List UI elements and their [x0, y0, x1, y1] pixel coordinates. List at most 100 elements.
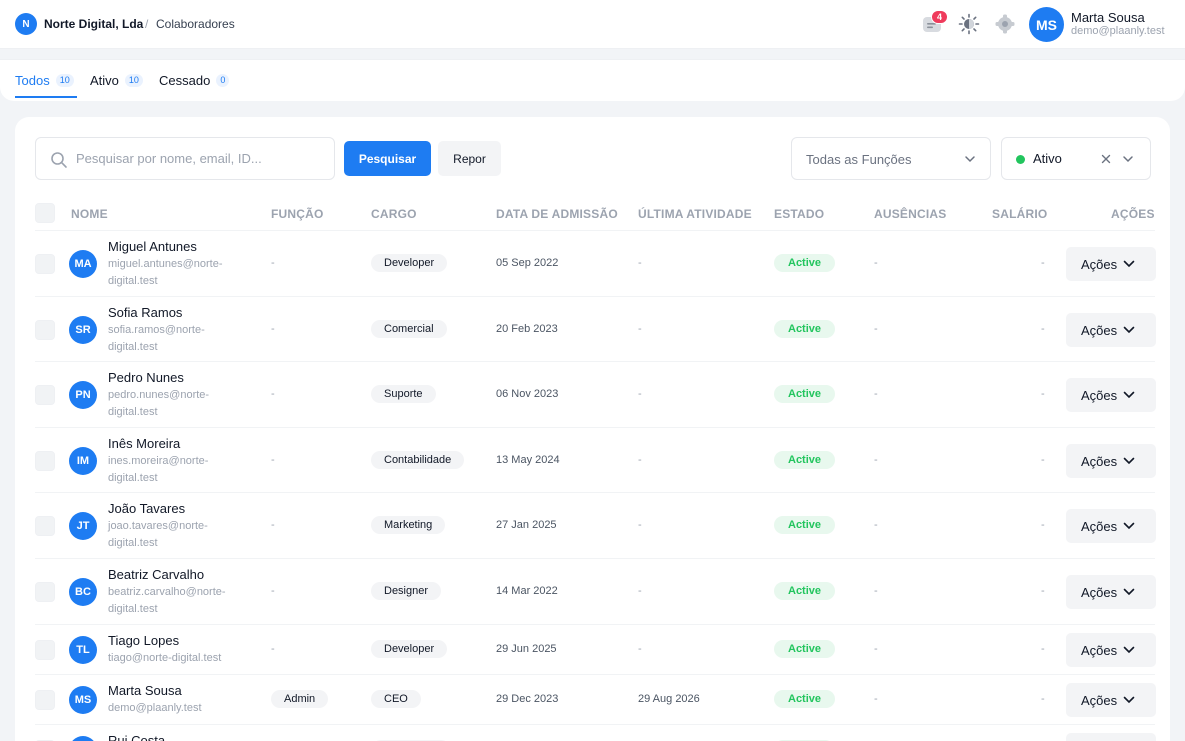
- actions-label: Ações: [1081, 692, 1118, 708]
- table-row[interactable]: PN Pedro Nunes pedro.nunes@norte-digital.t…: [35, 361, 1156, 427]
- funcao-value: -: [271, 643, 275, 655]
- employee-name[interactable]: Inês Moreira: [108, 436, 180, 451]
- admission-date: 05 Sep 2022: [496, 257, 559, 269]
- tab-cessado[interactable]: Cessado 0: [159, 73, 230, 88]
- actions-dropdown-button[interactable]: Ações: [1066, 633, 1156, 667]
- search-box: [35, 137, 335, 180]
- table-row[interactable]: IM Inês Moreira ines.moreira@norte-digital…: [35, 427, 1156, 492]
- employee-name[interactable]: Sofia Ramos: [108, 305, 182, 320]
- admission-date: 20 Feb 2023: [496, 323, 558, 335]
- chevron-down-icon: [1123, 391, 1135, 399]
- function-filter-select[interactable]: Todas as Funções: [791, 137, 991, 180]
- table-row[interactable]: SR Sofia Ramos sofia.ramos@norte-digital.t…: [35, 296, 1156, 361]
- employee-email: demo@plaanly.test: [108, 702, 202, 714]
- tab-count: 10: [124, 74, 143, 87]
- reset-button[interactable]: Repor: [438, 141, 501, 176]
- funcao-value: -: [271, 388, 275, 400]
- clear-icon[interactable]: [1099, 152, 1113, 166]
- tab-todos[interactable]: Todos 10: [15, 73, 74, 88]
- tab-count: 0: [216, 74, 230, 87]
- absences-value: -: [874, 257, 878, 269]
- row-checkbox[interactable]: [35, 451, 55, 471]
- actions-dropdown-button[interactable]: Ações: [1066, 444, 1156, 478]
- actions-label: Ações: [1081, 387, 1118, 403]
- col-nome[interactable]: NOME: [71, 207, 108, 221]
- row-checkbox[interactable]: [35, 385, 55, 405]
- row-checkbox[interactable]: [35, 582, 55, 602]
- row-checkbox[interactable]: [35, 640, 55, 660]
- salary-value: -: [1041, 388, 1045, 400]
- search-input[interactable]: [76, 138, 326, 179]
- employee-name[interactable]: Rui Costa: [108, 733, 165, 741]
- avatar: IM: [69, 447, 97, 475]
- select-all-checkbox[interactable]: [35, 203, 55, 223]
- admission-date: 14 Mar 2022: [496, 585, 558, 597]
- col-ausencias[interactable]: AUSÊNCIAS: [874, 207, 946, 221]
- actions-dropdown-button[interactable]: Ações: [1066, 247, 1156, 281]
- actions-dropdown-button[interactable]: Ações: [1066, 575, 1156, 609]
- absences-value: -: [874, 323, 878, 335]
- status-badge: Active: [774, 254, 836, 272]
- employee-name[interactable]: Tiago Lopes: [108, 633, 179, 648]
- row-checkbox[interactable]: [35, 690, 55, 710]
- status-badge: Active: [774, 582, 836, 600]
- settings-gear-icon[interactable]: [994, 13, 1016, 35]
- funcao-value: -: [271, 519, 275, 531]
- row-checkbox[interactable]: [35, 320, 55, 340]
- employee-name[interactable]: João Tavares: [108, 501, 185, 516]
- table-row[interactable]: BC Beatriz Carvalho beatriz.carvalho@norte…: [35, 558, 1156, 624]
- actions-label: Ações: [1081, 642, 1118, 658]
- cargo-pill: Contabilidade: [371, 451, 465, 469]
- table-row[interactable]: RC Rui Costa: [35, 724, 1156, 741]
- search-button[interactable]: Pesquisar: [344, 141, 431, 176]
- user-name[interactable]: Marta Sousa: [1071, 10, 1145, 25]
- cargo-pill: Designer: [371, 582, 442, 600]
- actions-dropdown-button[interactable]: Ações: [1066, 509, 1156, 543]
- absences-value: -: [874, 454, 878, 466]
- employee-name[interactable]: Pedro Nunes: [108, 370, 184, 385]
- salary-value: -: [1041, 519, 1045, 531]
- avatar: MS: [69, 686, 97, 714]
- tab-label: Cessado: [159, 73, 211, 88]
- col-funcao[interactable]: FUNÇÃO: [271, 207, 324, 221]
- avatar: TL: [69, 636, 97, 664]
- table-row[interactable]: MA Miguel Antunes miguel.antunes@norte-dig…: [35, 230, 1156, 296]
- chevron-down-icon: [1123, 457, 1135, 465]
- employee-name[interactable]: Miguel Antunes: [108, 239, 197, 254]
- absences-value: -: [874, 388, 878, 400]
- actions-dropdown-button[interactable]: Ações: [1066, 683, 1156, 717]
- top-header: N Norte Digital, Lda / Colaboradores 4 M…: [0, 0, 1185, 49]
- col-estado[interactable]: ESTADO: [774, 207, 824, 221]
- status-filter-select[interactable]: Ativo: [1001, 137, 1151, 180]
- employee-name[interactable]: Marta Sousa: [108, 683, 182, 698]
- table-row[interactable]: JT João Tavares joao.tavares@norte-digital…: [35, 492, 1156, 558]
- avatar: PN: [69, 381, 97, 409]
- avatar: SR: [69, 316, 97, 344]
- tab-label: Ativo: [90, 73, 119, 88]
- last-activity: -: [638, 519, 642, 531]
- table-row[interactable]: TL Tiago Lopes tiago@norte-digital.test - De…: [35, 624, 1156, 674]
- org-logo-badge[interactable]: N: [15, 13, 37, 35]
- breadcrumb-org[interactable]: Norte Digital, Lda: [44, 17, 143, 31]
- last-activity: -: [638, 454, 642, 466]
- chevron-down-icon: [1123, 696, 1135, 704]
- tab-ativo[interactable]: Ativo 10: [90, 73, 143, 88]
- employees-card: Pesquisar Repor Todas as Funções Ativo N…: [15, 117, 1170, 741]
- table-row[interactable]: MS Marta Sousa demo@plaanly.test Admin CEO 29…: [35, 674, 1156, 724]
- row-checkbox[interactable]: [35, 516, 55, 536]
- absences-value: -: [874, 585, 878, 597]
- theme-sun-icon[interactable]: [958, 13, 980, 35]
- col-data-admissao[interactable]: DATA DE ADMISSÃO: [496, 207, 618, 221]
- actions-dropdown-button[interactable]: [1066, 733, 1156, 741]
- chevron-down-icon[interactable]: [1122, 153, 1134, 165]
- employee-name[interactable]: Beatriz Carvalho: [108, 567, 204, 582]
- chevron-down-icon: [965, 156, 975, 163]
- col-cargo[interactable]: CARGO: [371, 207, 417, 221]
- row-checkbox[interactable]: [35, 254, 55, 274]
- actions-dropdown-button[interactable]: Ações: [1066, 313, 1156, 347]
- status-badge: Active: [774, 516, 836, 534]
- col-salario[interactable]: SALÁRIO: [992, 207, 1047, 221]
- actions-dropdown-button[interactable]: Ações: [1066, 378, 1156, 412]
- user-avatar[interactable]: MS: [1029, 7, 1064, 42]
- col-ultima-atividade[interactable]: ÚLTIMA ATIVIDADE: [638, 207, 752, 221]
